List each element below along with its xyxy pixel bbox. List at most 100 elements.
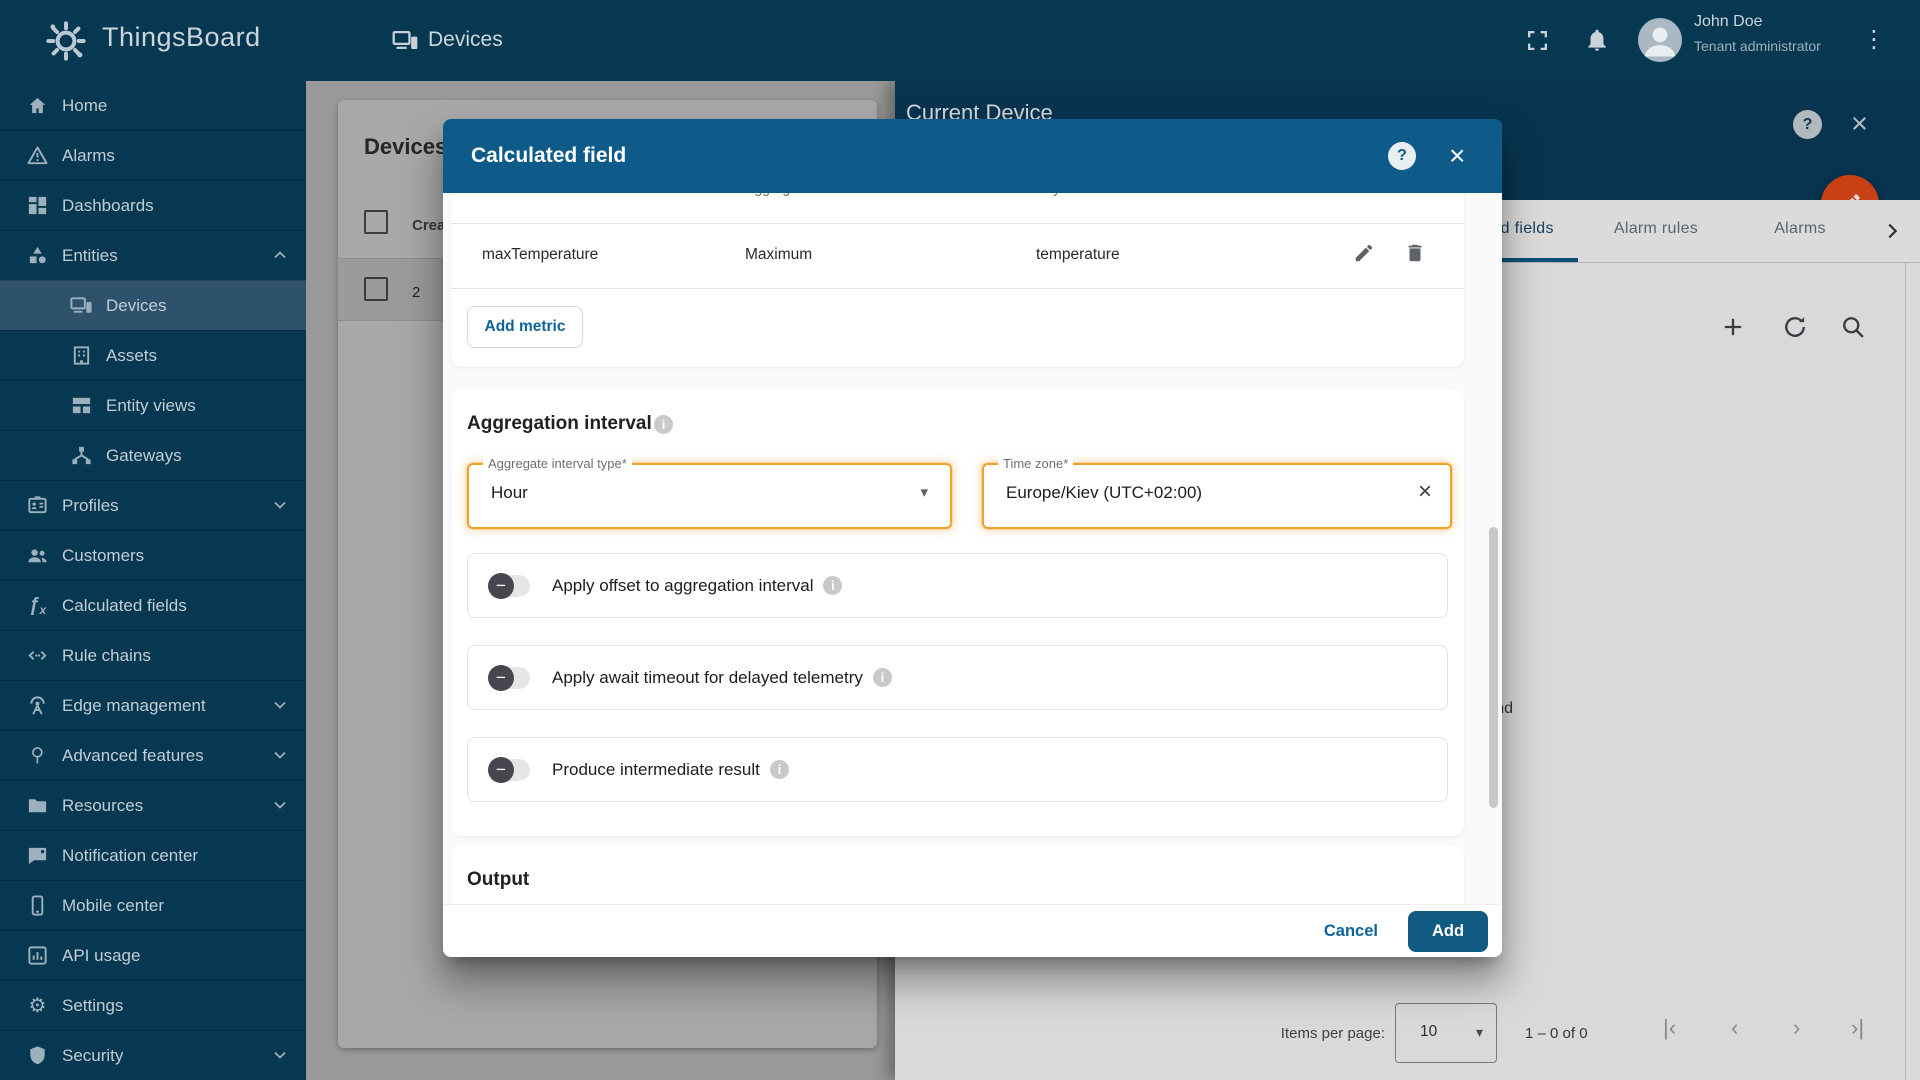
close-icon[interactable]: × [1449,141,1465,171]
sidebar-item-alarms[interactable]: Alarms [0,130,306,180]
sidebar-item-customers[interactable]: Customers [0,530,306,580]
sidebar-item-entities[interactable]: Entities [0,230,306,280]
sidebar-item-label: Settings [62,996,123,1016]
dialog-header: Calculated field ? × [443,119,1502,193]
dashboards-icon [26,194,49,217]
aggregate-interval-type-field[interactable]: Aggregate interval type* Hour ▾ [467,463,952,529]
sidebar-item-api-usage[interactable]: API usage [0,930,306,980]
more-menu-icon[interactable]: ⋮ [1862,26,1886,54]
intermediate-result-toggle-row: − Produce intermediate result i [467,737,1448,802]
apply-offset-toggle-row: − Apply offset to aggregation interval i [467,553,1448,618]
chevron-down-icon [270,695,290,715]
sidebar-item-advanced-features[interactable]: ⚲ Advanced features [0,730,306,780]
add-button[interactable]: Add [1408,911,1488,952]
sidebar-item-settings[interactable]: ⚙ Settings [0,980,306,1030]
info-icon[interactable]: i [873,668,892,687]
sidebar-item-gateways[interactable]: Gateways [0,430,306,480]
rule-chains-icon [26,644,49,667]
toggle-label: Apply offset to aggregation interval [552,576,813,596]
sidebar-item-entity-views[interactable]: Entity views [0,380,306,430]
fullscreen-icon[interactable] [1525,28,1550,53]
aggregation-heading: Aggregation interval [467,413,652,435]
add-metric-button[interactable]: Add metric [467,306,583,348]
thingsboard-logo-icon[interactable] [42,17,90,65]
mobile-phone-icon [26,894,49,917]
sidebar-item-label: Profiles [62,496,119,516]
user-avatar[interactable] [1638,18,1682,62]
sidebar-item-label: Customers [62,546,144,566]
user-name: John Doe [1694,13,1763,31]
metric-key-cell: temperature [1036,246,1120,264]
toggle-switch-off[interactable]: − [490,575,530,597]
profiles-badge-icon [26,494,49,517]
sidebar-item-label: Assets [106,346,157,366]
gateways-hub-icon [70,444,93,467]
sidebar-item-label: Notification center [62,846,198,866]
field-label: Aggregate interval type* [483,456,632,471]
sidebar-item-label: Alarms [62,146,115,166]
devices-page-icon [392,27,419,54]
sidebar-item-assets[interactable]: Assets [0,330,306,380]
time-zone-field[interactable]: Time zone* Europe/Kiev (UTC+02:00) × [982,463,1452,529]
help-icon[interactable]: ? [1388,142,1416,170]
notification-message-icon [26,844,49,867]
sidebar-item-label: Home [62,96,107,116]
dialog-body: Metric Aggregation function Key maxTempe… [443,193,1502,904]
toggle-label: Produce intermediate result [552,760,760,780]
chevron-down-icon [270,795,290,815]
chevron-down-icon [270,495,290,515]
dialog-title: Calculated field [471,144,626,168]
output-card: Output [451,845,1464,904]
function-fx-icon: ƒx [26,594,49,617]
sidebar-item-label: Calculated fields [62,596,187,616]
delete-metric-icon[interactable] [1404,242,1426,264]
sidebar-item-devices[interactable]: Devices [0,280,306,330]
notifications-bell-icon[interactable] [1584,27,1610,53]
info-icon[interactable]: i [823,576,842,595]
edit-metric-icon[interactable] [1353,242,1375,264]
metric-name-cell: maxTemperature [482,246,598,264]
metrics-column-header: Key [1036,193,1060,200]
sidebar-item-mobile-center[interactable]: Mobile center [0,880,306,930]
page-title: Devices [428,28,503,52]
sidebar-item-label: API usage [62,946,140,966]
app-header: ThingsBoard Devices John Doe [0,0,1920,81]
user-role: Tenant administrator [1694,38,1821,54]
field-value: Hour [491,483,528,503]
chevron-down-icon [270,745,290,765]
sidebar-item-dashboards[interactable]: Dashboards [0,180,306,230]
sidebar-item-security[interactable]: Security [0,1030,306,1080]
info-icon[interactable]: i [770,760,789,779]
person-icon [1638,18,1682,62]
metrics-card: Metric Aggregation function Key maxTempe… [451,193,1464,367]
field-label: Time zone* [998,456,1073,471]
sidebar-item-calculated-fields[interactable]: ƒx Calculated fields [0,580,306,630]
entities-shapes-icon [26,244,49,267]
sidebar-item-profiles[interactable]: Profiles [0,480,306,530]
sidebar-item-rule-chains[interactable]: Rule chains [0,630,306,680]
sidebar-nav: Home Alarms Dashboards Entities Devices … [0,81,306,1080]
chevron-down-icon[interactable]: ▾ [920,483,928,501]
assets-building-icon [70,344,93,367]
cancel-button[interactable]: Cancel [1324,922,1378,941]
info-icon[interactable]: i [654,415,673,434]
sidebar-item-label: Entity views [106,396,196,416]
sidebar-item-label: Rule chains [62,646,151,666]
devices-icon [70,294,93,317]
metrics-column-header: Aggregation function [745,193,873,200]
api-usage-chart-icon [26,944,49,967]
sidebar-item-resources[interactable]: Resources [0,780,306,830]
sidebar-item-home[interactable]: Home [0,81,306,130]
chevron-up-icon [270,245,290,265]
chevron-down-icon [270,1045,290,1065]
toggle-switch-off[interactable]: − [490,759,530,781]
dialog-scrollbar-thumb[interactable] [1489,527,1498,808]
clear-icon[interactable]: × [1418,478,1432,506]
sidebar-item-edge-management[interactable]: Edge management [0,680,306,730]
sidebar-item-notification-center[interactable]: Notification center [0,830,306,880]
aggregation-interval-card: Aggregation interval i Aggregate interva… [451,389,1464,836]
toggle-switch-off[interactable]: − [490,667,530,689]
sidebar-item-label: Mobile center [62,896,164,916]
sidebar-item-label: Resources [62,796,143,816]
thingsboard-app: ThingsBoard Devices John Doe [0,0,1920,1080]
